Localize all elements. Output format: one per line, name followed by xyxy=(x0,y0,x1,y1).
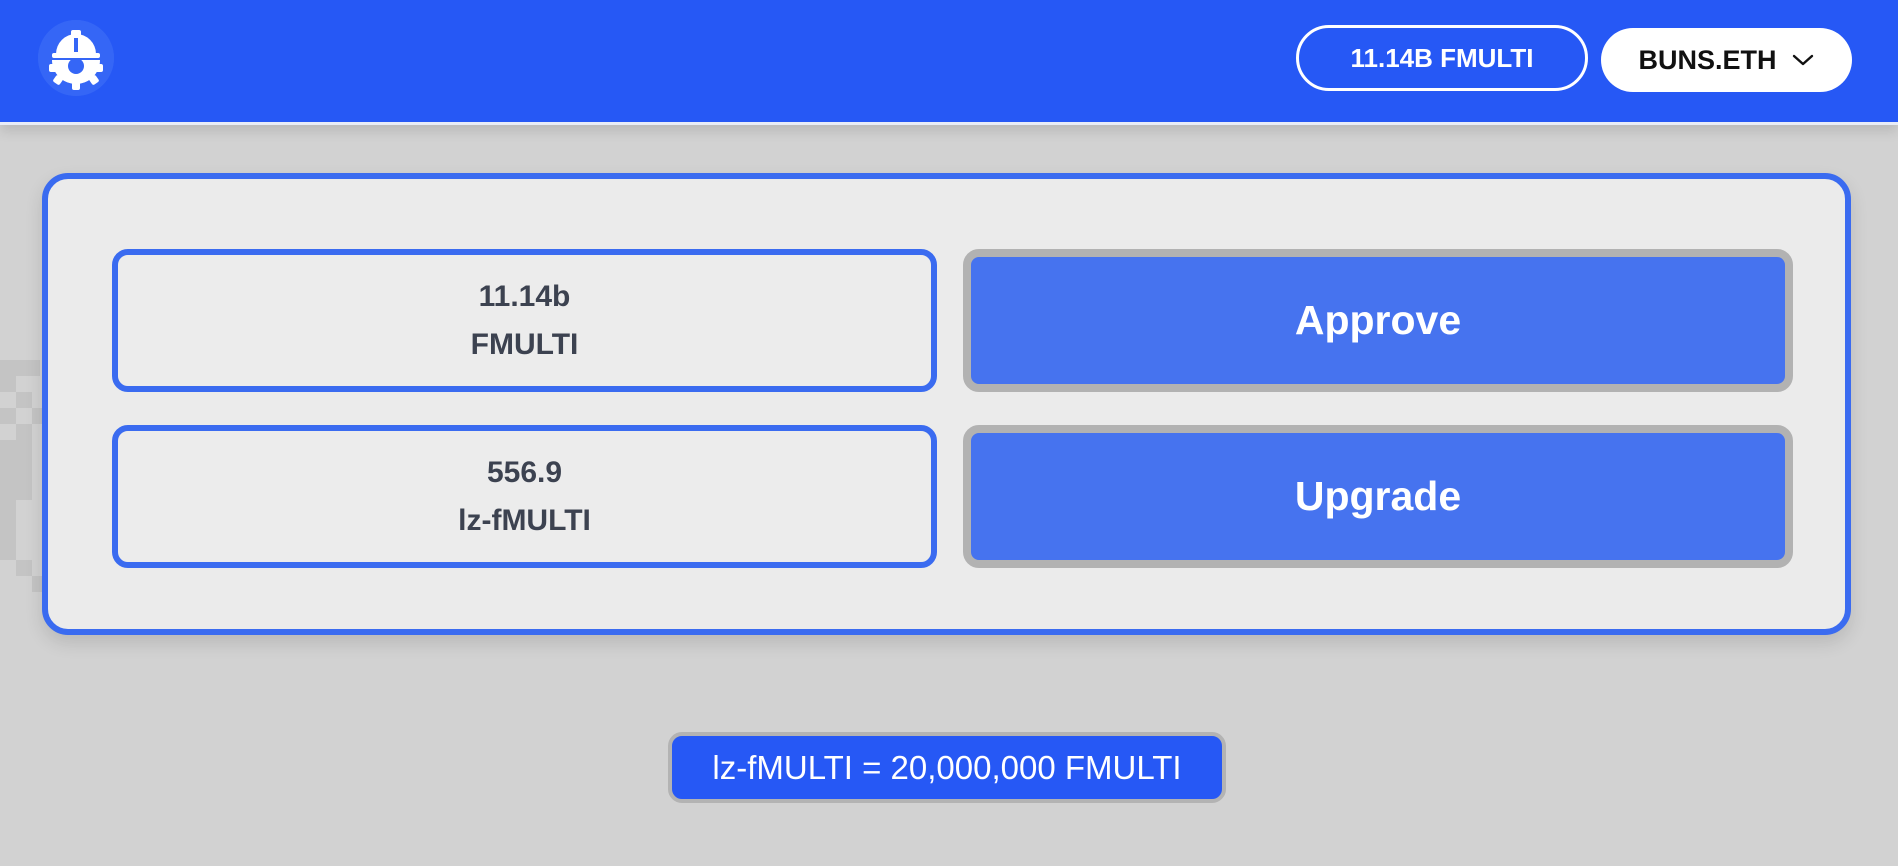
fmulti-token-label: FMULTI xyxy=(470,327,579,361)
account-label: BUNS.ETH xyxy=(1638,44,1777,75)
approve-button-label: Approve xyxy=(1294,297,1462,343)
fmulti-amount: 11.14b xyxy=(478,279,571,313)
lz-fmulti-balance-box: 556.9 lz-fMULTI xyxy=(112,425,937,568)
hardhat-gear-icon[interactable] xyxy=(38,20,114,96)
chevron-down-icon xyxy=(1791,52,1815,68)
upgrade-button[interactable]: Upgrade xyxy=(963,425,1793,568)
upgrade-button-label: Upgrade xyxy=(1294,473,1462,519)
conversion-rate-text: lz-fMULTI = 20,000,000 FMULTI xyxy=(712,748,1182,786)
lz-fmulti-token-label: lz-fMULTI xyxy=(458,503,591,537)
conversion-rate-badge: lz-fMULTI = 20,000,000 FMULTI xyxy=(668,732,1226,803)
approve-button[interactable]: Approve xyxy=(963,249,1793,392)
account-button[interactable]: BUNS.ETH xyxy=(1601,28,1852,92)
upgrade-panel: 11.14b FMULTI Approve 556.9 lz-fMULTI Up… xyxy=(42,173,1851,635)
token-balance-label: 11.14B FMULTI xyxy=(1350,42,1534,73)
lz-fmulti-amount: 556.9 xyxy=(486,455,563,489)
token-balance-button[interactable]: 11.14B FMULTI xyxy=(1296,25,1588,91)
top-navigation-bar: 11.14B FMULTI BUNS.ETH xyxy=(0,0,1898,125)
fmulti-balance-box: 11.14b FMULTI xyxy=(112,249,937,392)
